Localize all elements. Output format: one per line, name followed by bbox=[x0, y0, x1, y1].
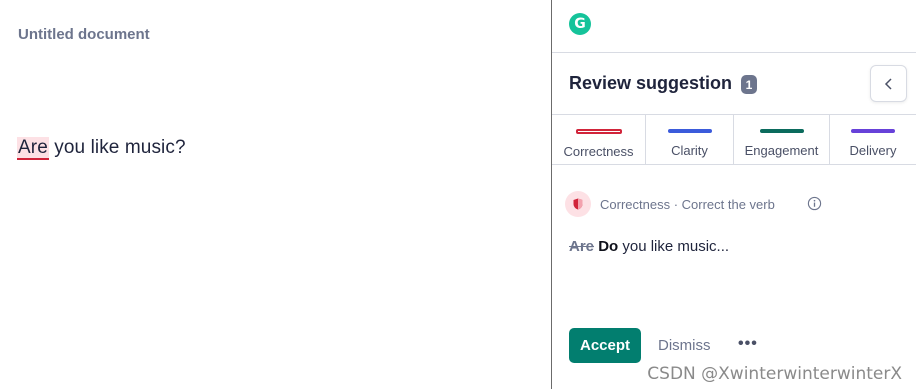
clarity-indicator bbox=[667, 129, 712, 133]
category-tabs: Correctness Clarity Engagement Delivery bbox=[552, 115, 916, 165]
sidebar-header: G bbox=[552, 0, 916, 53]
grammarly-logo-icon: G bbox=[569, 13, 591, 35]
tab-label: Correctness bbox=[563, 144, 634, 159]
info-icon[interactable] bbox=[807, 196, 822, 211]
collapse-panel-button[interactable] bbox=[870, 65, 907, 102]
removed-word: Are bbox=[569, 238, 595, 255]
document-text: you like music? bbox=[48, 137, 186, 158]
document-editor[interactable]: Untitled document Are you like music? bbox=[0, 0, 551, 389]
tab-label: Engagement bbox=[744, 143, 819, 158]
correctness-shield-icon bbox=[565, 191, 591, 217]
dismiss-button[interactable]: Dismiss bbox=[658, 337, 711, 354]
suggestion-card[interactable]: Correctness · Correct the verb Are Do yo… bbox=[552, 165, 916, 388]
tab-label: Clarity bbox=[671, 143, 708, 158]
logo-letter: G bbox=[574, 16, 586, 32]
grammarly-sidebar: G Review suggestion 1 Correctness Clarit… bbox=[551, 0, 916, 389]
correctness-indicator bbox=[575, 129, 622, 134]
tab-correctness[interactable]: Correctness bbox=[552, 115, 646, 164]
tab-engagement[interactable]: Engagement bbox=[734, 115, 830, 164]
delivery-indicator bbox=[851, 129, 895, 133]
document-body[interactable]: Are you like music? bbox=[17, 137, 186, 160]
document-title[interactable]: Untitled document bbox=[18, 26, 150, 43]
review-title: Review suggestion bbox=[569, 73, 733, 93]
suggestion-preview: Are Do you like music... bbox=[569, 238, 729, 255]
watermark: CSDN @XwinterwinterwinterX bbox=[647, 364, 902, 384]
review-header: Review suggestion 1 bbox=[552, 53, 916, 115]
suggestion-category: Correctness · Correct the verb bbox=[600, 197, 775, 212]
suggestion-count-badge: 1 bbox=[741, 75, 757, 94]
more-options-icon[interactable]: ••• bbox=[738, 335, 758, 353]
chevron-left-icon bbox=[884, 77, 892, 90]
replacement-word: Do bbox=[598, 238, 619, 255]
tab-label: Delivery bbox=[849, 143, 897, 158]
tab-delivery[interactable]: Delivery bbox=[830, 115, 916, 164]
flagged-word[interactable]: Are bbox=[17, 137, 49, 160]
tab-clarity[interactable]: Clarity bbox=[646, 115, 734, 164]
accept-button[interactable]: Accept bbox=[569, 328, 641, 363]
suggestion-context: you like music... bbox=[618, 238, 730, 255]
engagement-indicator bbox=[759, 129, 804, 133]
